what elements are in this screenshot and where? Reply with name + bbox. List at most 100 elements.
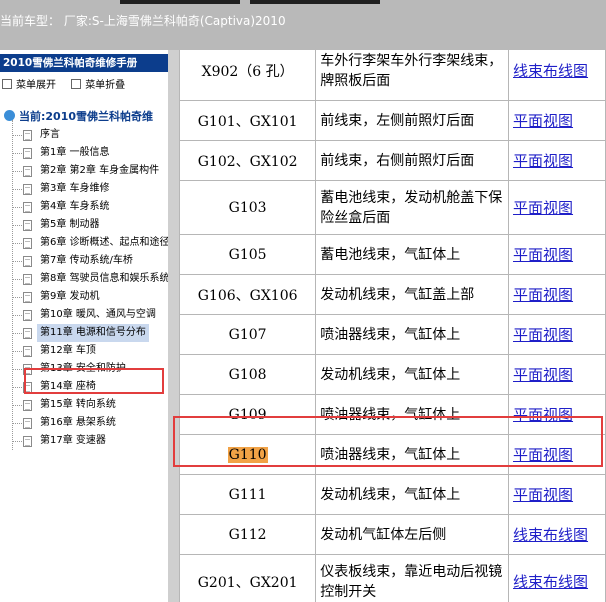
view-link-cell: 平面视图 (508, 140, 606, 181)
view-link[interactable]: 线束布线图 (513, 573, 588, 591)
menu-collapse-label: 菜单折叠 (85, 80, 126, 91)
location-description: 喷油器线束，气缸体上 (315, 394, 510, 435)
document-icon (23, 202, 32, 213)
tree-item[interactable]: 第5章 制动器 (0, 216, 168, 234)
connector-code: G111 (228, 486, 267, 503)
connector-code-cell: G110 (178, 434, 317, 475)
document-icon (23, 346, 32, 357)
table-row: G109 喷油器线束，气缸体上 平面视图 (178, 394, 606, 435)
tree-item[interactable]: 第10章 暖风、通风与空调 (0, 306, 168, 324)
tree-item[interactable]: 第1章 一般信息 (0, 144, 168, 162)
connector-code: G102、GX102 (197, 153, 298, 170)
tree-branch-line (12, 243, 22, 244)
tree-item-label: 第1章 一般信息 (40, 147, 110, 158)
menu-collapse-button[interactable]: 菜单折叠 (71, 76, 125, 91)
connector-code-cell: G103 (178, 180, 317, 235)
tree-item-label: 第3章 车身维修 (40, 183, 110, 194)
tree-item[interactable]: 第17章 变速器 (0, 432, 168, 450)
view-link[interactable]: 平面视图 (513, 446, 573, 464)
table-row: G102、GX102 前线束，右侧前照灯后面 平面视图 (178, 140, 606, 181)
view-link[interactable]: 平面视图 (513, 406, 573, 424)
tree-item-label: 第5章 制动器 (40, 219, 100, 230)
tree-item[interactable]: 第2章 第2章 车身金属构件 (0, 162, 168, 180)
tree-branch-line (12, 189, 22, 190)
tree-item[interactable]: 序言 (0, 126, 168, 144)
view-link[interactable]: 平面视图 (513, 112, 573, 130)
table-row: G112 发动机气缸体左后侧 线束布线图 (178, 514, 606, 555)
view-link[interactable]: 线束布线图 (513, 62, 588, 80)
menu-expand-button[interactable]: 菜单展开 (2, 76, 56, 91)
table-row: X902（6 孔） 车外行李架车外行李架线束，牌照板后面 线束布线图 (178, 50, 606, 101)
tree-root[interactable]: 当前:2010雪佛兰科帕奇维 (4, 108, 153, 124)
tree-item-label: 第11章 电源和信号分布 (37, 324, 149, 342)
connector-code: G101、GX101 (197, 113, 298, 130)
document-icon (23, 328, 32, 339)
tree-item-label: 第17章 变速器 (40, 435, 106, 446)
view-link-cell: 平面视图 (508, 274, 606, 315)
tree-item-label: 第10章 暖风、通风与空调 (40, 309, 156, 320)
tree-item[interactable]: 第8章 驾驶员信息和娱乐系统 (0, 270, 168, 288)
tree-item-label: 第6章 诊断概述、起点和途径 (40, 237, 169, 248)
view-link[interactable]: 平面视图 (513, 246, 573, 264)
search-hit: G110 (227, 446, 268, 463)
location-description: 前线束，右侧前照灯后面 (315, 140, 510, 181)
connector-code-cell: G112 (178, 514, 317, 555)
tree-item[interactable]: 第7章 传动系统/车桥 (0, 252, 168, 270)
document-icon (23, 256, 32, 267)
top-bar: 当前车型： 厂家:S-上海雪佛兰科帕奇(Captiva)2010 (0, 0, 606, 50)
table-row: G111 发动机线束，气缸体上 平面视图 (178, 474, 606, 515)
tree-branch-line (12, 315, 22, 316)
tree-item[interactable]: 第3章 车身维修 (0, 180, 168, 198)
view-link[interactable]: 平面视图 (513, 199, 573, 217)
tree-item[interactable]: 第11章 电源和信号分布 (0, 324, 168, 342)
tree-item[interactable]: 第6章 诊断概述、起点和途径 (0, 234, 168, 252)
tree-item-label: 第15章 转向系统 (40, 399, 116, 410)
view-link-cell: 平面视图 (508, 180, 606, 235)
tree-item-label: 第8章 驾驶员信息和娱乐系统 (40, 273, 169, 284)
tree-item[interactable]: 第15章 转向系统 (0, 396, 168, 414)
tree-item-label: 序言 (40, 129, 60, 140)
table-row: G107 喷油器线束，气缸体上 平面视图 (178, 314, 606, 355)
connector-code-cell: G108 (178, 354, 317, 395)
table-row: G105 蓄电池线束，气缸体上 平面视图 (178, 234, 606, 275)
tree-item[interactable]: 第4章 车身系统 (0, 198, 168, 216)
table-row: G108 发动机线束，气缸体上 平面视图 (178, 354, 606, 395)
menu-expand-label: 菜单展开 (16, 80, 56, 91)
view-link[interactable]: 平面视图 (513, 366, 573, 384)
connector-code: G106、GX106 (197, 287, 298, 304)
table-row: G110 喷油器线束，气缸体上 平面视图 (178, 434, 606, 475)
view-link[interactable]: 平面视图 (513, 286, 573, 304)
connector-code-cell: G107 (178, 314, 317, 355)
connector-code-cell: G101、GX101 (178, 100, 317, 141)
tree-item[interactable]: 第9章 发动机 (0, 288, 168, 306)
tree-item-label: 第2章 第2章 车身金属构件 (40, 165, 160, 176)
tree-item-label: 第4章 车身系统 (40, 201, 110, 212)
connector-code-cell: G109 (178, 394, 317, 435)
view-link[interactable]: 平面视图 (513, 326, 573, 344)
tree-branch-line (12, 387, 22, 388)
connector-code: G201、GX201 (197, 574, 298, 591)
connector-code-cell: G105 (178, 234, 317, 275)
table-row: G106、GX106 发动机线束，气缸盖上部 平面视图 (178, 274, 606, 315)
ground-connector-table: X902（6 孔） 车外行李架车外行李架线束，牌照板后面 线束布线图 G101、GX1… (178, 50, 606, 602)
location-description: 发动机线束，气缸体上 (315, 474, 510, 515)
view-link[interactable]: 线束布线图 (513, 526, 588, 544)
view-link-cell: 平面视图 (508, 100, 606, 141)
view-link-cell: 线束布线图 (508, 514, 606, 555)
document-icon (23, 220, 32, 231)
sidebar-highlight-box (24, 368, 164, 394)
location-description: 喷油器线束，气缸体上 (315, 434, 510, 475)
connector-code: G112 (228, 526, 267, 543)
menu-controls: 菜单展开 菜单折叠 (2, 76, 137, 91)
connector-code-cell: X902（6 孔） (178, 50, 317, 101)
tree-item[interactable]: 第16章 悬架系统 (0, 414, 168, 432)
view-link[interactable]: 平面视图 (513, 152, 573, 170)
manual-title: 2010雪佛兰科帕奇维修手册 (0, 54, 168, 72)
tree-item[interactable]: 第12章 车顶 (0, 342, 168, 360)
view-link[interactable]: 平面视图 (513, 486, 573, 504)
view-link-cell: 平面视图 (508, 314, 606, 355)
location-description: 发动机线束，气缸盖上部 (315, 274, 510, 315)
tree-branch-line (12, 279, 22, 280)
connector-code: G109 (228, 406, 267, 423)
chapter-tree: 序言第1章 一般信息第2章 第2章 车身金属构件 第3章 车身维修 第4章 车身系统… (0, 126, 168, 450)
